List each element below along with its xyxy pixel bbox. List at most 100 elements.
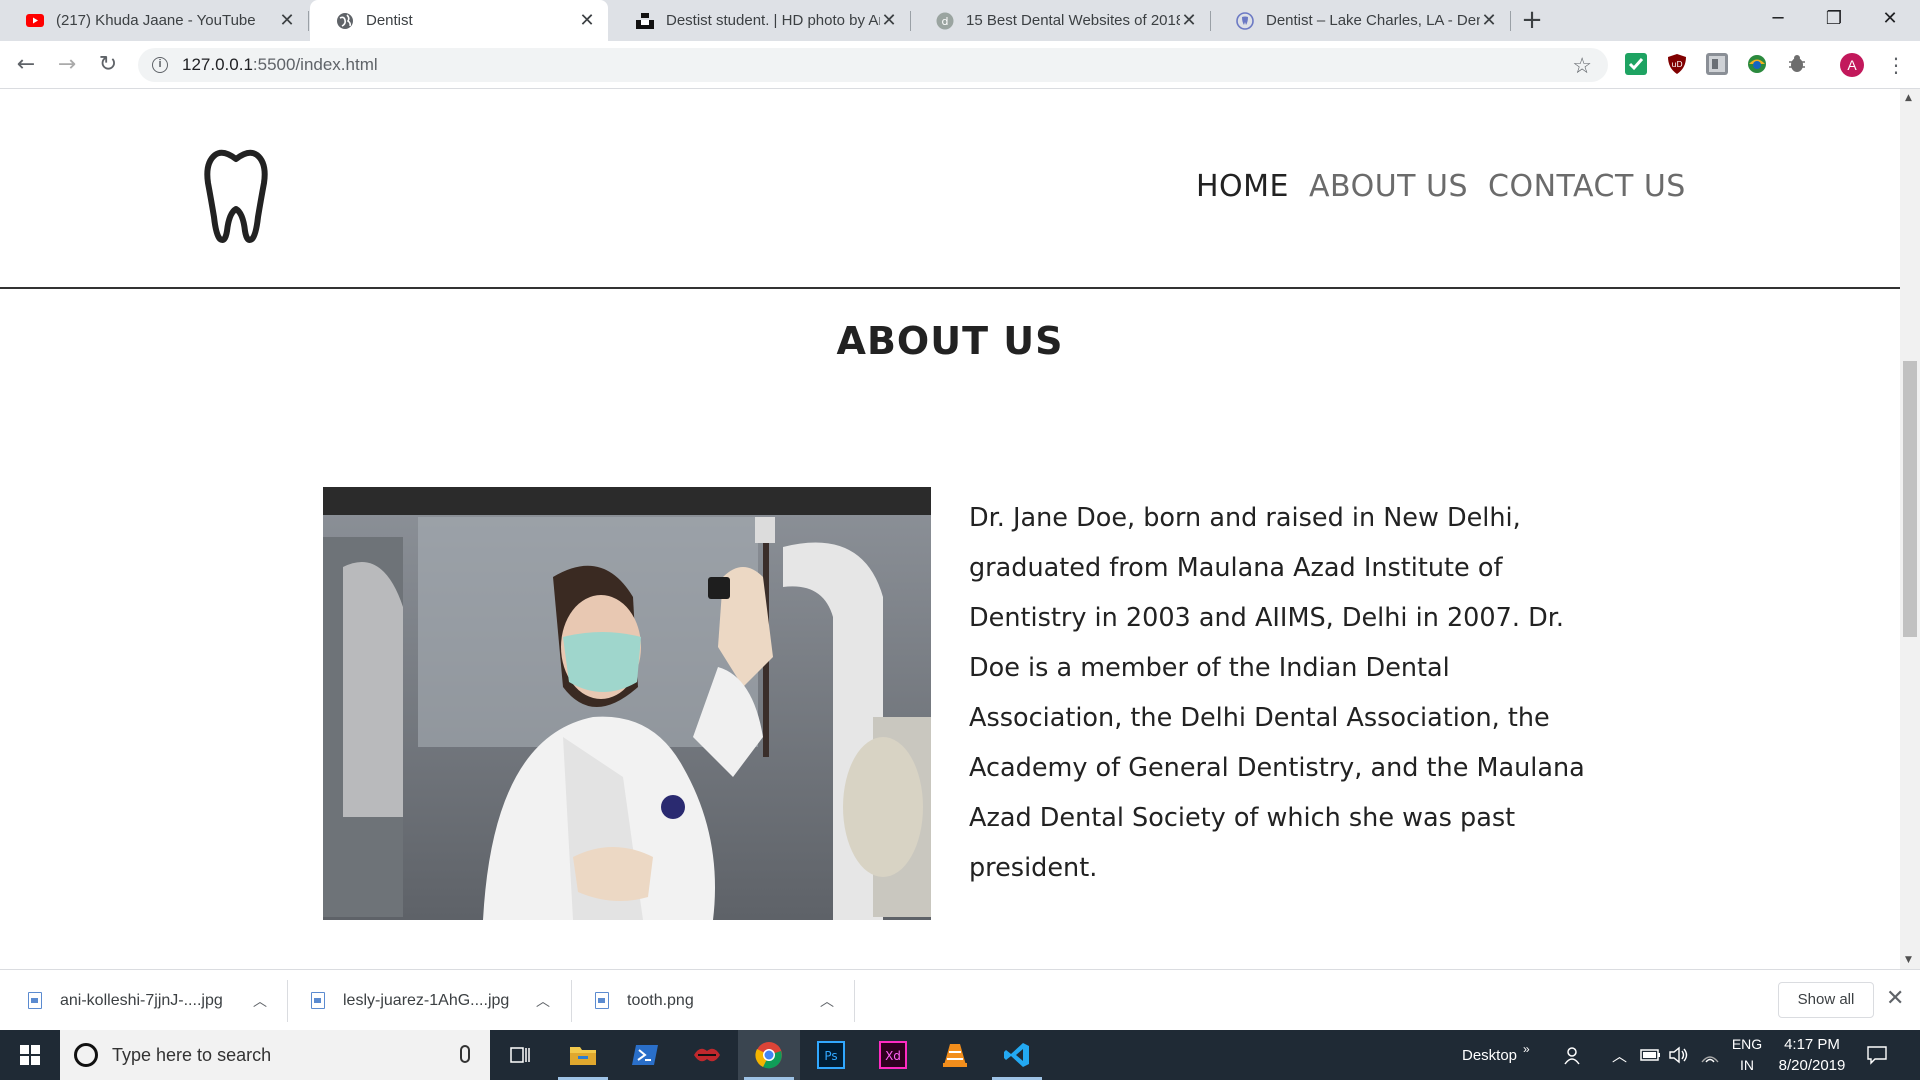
download-filename: tooth.png bbox=[627, 991, 694, 1009]
download-filename: lesly-juarez-1AhG....jpg bbox=[343, 991, 510, 1009]
cortana-icon bbox=[74, 1043, 98, 1067]
powershell-icon[interactable] bbox=[614, 1030, 676, 1080]
globe-icon bbox=[336, 12, 354, 30]
address-bar[interactable]: i 127.0.0.1:5500/index.html ☆ bbox=[138, 48, 1608, 82]
dentist-photo bbox=[323, 487, 931, 920]
scrollbar-thumb[interactable] bbox=[1903, 361, 1917, 637]
region-code: IN bbox=[1740, 1057, 1754, 1073]
input-language[interactable]: ENG IN bbox=[1730, 1034, 1764, 1076]
adobe-xd-icon[interactable]: Xd bbox=[862, 1030, 924, 1080]
minimize-icon[interactable]: ─ bbox=[1750, 0, 1806, 41]
site-icon: d bbox=[936, 12, 954, 30]
wifi-icon[interactable] bbox=[1700, 1030, 1720, 1080]
tab-best-dental[interactable]: d 15 Best Dental Websites of 2018 ✕ bbox=[910, 0, 1211, 41]
clock[interactable]: 4:17 PM 8/20/2019 bbox=[1762, 1034, 1862, 1076]
nav-about-us[interactable]: ABOUT US bbox=[1309, 169, 1468, 204]
nav-contact-us[interactable]: CONTACT US bbox=[1488, 169, 1686, 204]
svg-text:Xd: Xd bbox=[885, 1049, 901, 1063]
scroll-up-arrow-icon[interactable]: ▲ bbox=[1905, 93, 1912, 103]
people-icon[interactable] bbox=[1564, 1030, 1584, 1080]
checkmark-extension-icon[interactable] bbox=[1625, 53, 1647, 75]
bug-extension-icon[interactable] bbox=[1786, 53, 1808, 75]
url-path: :5500/index.html bbox=[252, 55, 378, 74]
colorful-extension-icon[interactable] bbox=[1746, 53, 1768, 75]
image-file-icon bbox=[311, 992, 325, 1009]
vscode-icon[interactable] bbox=[986, 1030, 1048, 1080]
back-arrow-icon[interactable]: ← bbox=[14, 53, 38, 77]
taskbar: Type here to search Ps Xd Desktop » ︿ EN… bbox=[0, 1030, 1920, 1080]
tab-unsplash[interactable]: Destist student. | HD photo by Ar ✕ bbox=[610, 0, 911, 41]
reload-icon[interactable]: ↻ bbox=[96, 53, 120, 77]
chevron-up-icon[interactable]: ︿ bbox=[820, 991, 834, 1011]
close-tab-icon[interactable]: ✕ bbox=[880, 10, 898, 31]
dental-icon bbox=[1236, 11, 1254, 30]
close-tab-icon[interactable]: ✕ bbox=[1180, 10, 1198, 31]
battery-icon[interactable] bbox=[1640, 1030, 1662, 1080]
menu-kebab-icon[interactable]: ⋮ bbox=[1886, 53, 1906, 77]
tab-title: Destist student. | HD photo by Ar bbox=[666, 12, 880, 29]
download-item[interactable]: tooth.png ︿ bbox=[595, 970, 845, 1031]
svg-text:uD: uD bbox=[1671, 60, 1682, 69]
scroll-down-arrow-icon[interactable]: ▼ bbox=[1905, 955, 1912, 965]
windows-start-icon[interactable] bbox=[0, 1030, 60, 1080]
bookmark-star-icon[interactable]: ☆ bbox=[1572, 53, 1592, 79]
new-tab-button[interactable]: + bbox=[1518, 6, 1546, 34]
clock-time: 4:17 PM bbox=[1784, 1036, 1840, 1053]
notification-center-icon[interactable] bbox=[1866, 1030, 1888, 1080]
download-item[interactable]: lesly-juarez-1AhG....jpg ︿ bbox=[311, 970, 561, 1031]
show-all-button[interactable]: Show all bbox=[1778, 982, 1874, 1018]
vlc-icon[interactable] bbox=[924, 1030, 986, 1080]
forward-arrow-icon[interactable]: → bbox=[55, 53, 79, 77]
volume-icon[interactable] bbox=[1668, 1030, 1690, 1080]
downloads-shelf: ani-kolleshi-7jjnJ-....jpg ︿ lesly-juare… bbox=[0, 969, 1920, 1030]
youtube-icon bbox=[26, 12, 44, 30]
page-viewport: HOME ABOUT US CONTACT US ABOUT US Dr. Ja… bbox=[0, 89, 1900, 969]
taskbar-search-box[interactable]: Type here to search bbox=[60, 1030, 490, 1080]
unsplash-icon bbox=[636, 12, 654, 30]
chevron-up-icon[interactable]: ︿ bbox=[536, 991, 550, 1011]
close-tab-icon[interactable]: ✕ bbox=[1480, 10, 1498, 31]
tab-strip: (217) Khuda Jaane - YouTube ✕ Dentist ✕ … bbox=[0, 0, 1920, 41]
close-tab-icon[interactable]: ✕ bbox=[278, 10, 296, 31]
profile-avatar[interactable]: A bbox=[1840, 53, 1864, 77]
desktop-toolbar[interactable]: Desktop » bbox=[1462, 1030, 1530, 1080]
main-nav: HOME ABOUT US CONTACT US bbox=[1196, 169, 1686, 204]
image-file-icon bbox=[595, 992, 609, 1009]
chevron-double-right-icon: » bbox=[1523, 1042, 1530, 1056]
tab-title: Dentist bbox=[366, 12, 413, 29]
microphone-icon[interactable] bbox=[460, 1045, 470, 1063]
search-placeholder: Type here to search bbox=[112, 1044, 272, 1065]
close-shelf-icon[interactable]: ✕ bbox=[1886, 986, 1904, 1011]
tab-title: (217) Khuda Jaane - YouTube bbox=[56, 12, 256, 29]
tray-chevron-up-icon[interactable]: ︿ bbox=[1612, 1030, 1627, 1080]
svg-text:Ps: Ps bbox=[824, 1049, 837, 1063]
close-tab-icon[interactable]: ✕ bbox=[578, 10, 596, 31]
restore-icon[interactable]: ❐ bbox=[1806, 0, 1862, 41]
toolbar: ← → ↻ i 127.0.0.1:5500/index.html ☆ uD A… bbox=[0, 41, 1920, 89]
nav-home[interactable]: HOME bbox=[1196, 169, 1289, 204]
about-heading: ABOUT US bbox=[836, 319, 1064, 363]
tab-dentist[interactable]: Dentist ✕ bbox=[310, 0, 608, 41]
game-app-icon[interactable] bbox=[676, 1030, 738, 1080]
tab-youtube[interactable]: (217) Khuda Jaane - YouTube ✕ bbox=[0, 0, 309, 41]
photoshop-icon[interactable]: Ps bbox=[800, 1030, 862, 1080]
picture-extension-icon[interactable] bbox=[1706, 53, 1728, 75]
language-code: ENG bbox=[1731, 1036, 1763, 1052]
page-scrollbar[interactable]: ▲ ▼ bbox=[1900, 89, 1920, 969]
download-item[interactable]: ani-kolleshi-7jjnJ-....jpg ︿ bbox=[28, 970, 278, 1031]
tab-lake-charles[interactable]: Dentist – Lake Charles, LA - Dent ✕ bbox=[1210, 0, 1511, 41]
tab-title: Dentist – Lake Charles, LA - Dent bbox=[1266, 12, 1480, 29]
info-icon[interactable]: i bbox=[152, 57, 168, 73]
close-window-icon[interactable]: ✕ bbox=[1862, 0, 1918, 41]
task-view-icon[interactable] bbox=[490, 1030, 552, 1080]
desktop-label: Desktop bbox=[1462, 1046, 1518, 1064]
chrome-icon[interactable] bbox=[738, 1030, 800, 1080]
download-filename: ani-kolleshi-7jjnJ-....jpg bbox=[60, 991, 223, 1009]
tooth-logo-icon[interactable] bbox=[201, 147, 271, 247]
url-host: 127.0.0.1 bbox=[182, 55, 253, 74]
site-header: HOME ABOUT US CONTACT US bbox=[0, 89, 1900, 289]
svg-text:d: d bbox=[942, 15, 949, 28]
file-explorer-icon[interactable] bbox=[552, 1030, 614, 1080]
ublock-shield-icon[interactable]: uD bbox=[1666, 53, 1688, 75]
chevron-up-icon[interactable]: ︿ bbox=[253, 991, 267, 1011]
